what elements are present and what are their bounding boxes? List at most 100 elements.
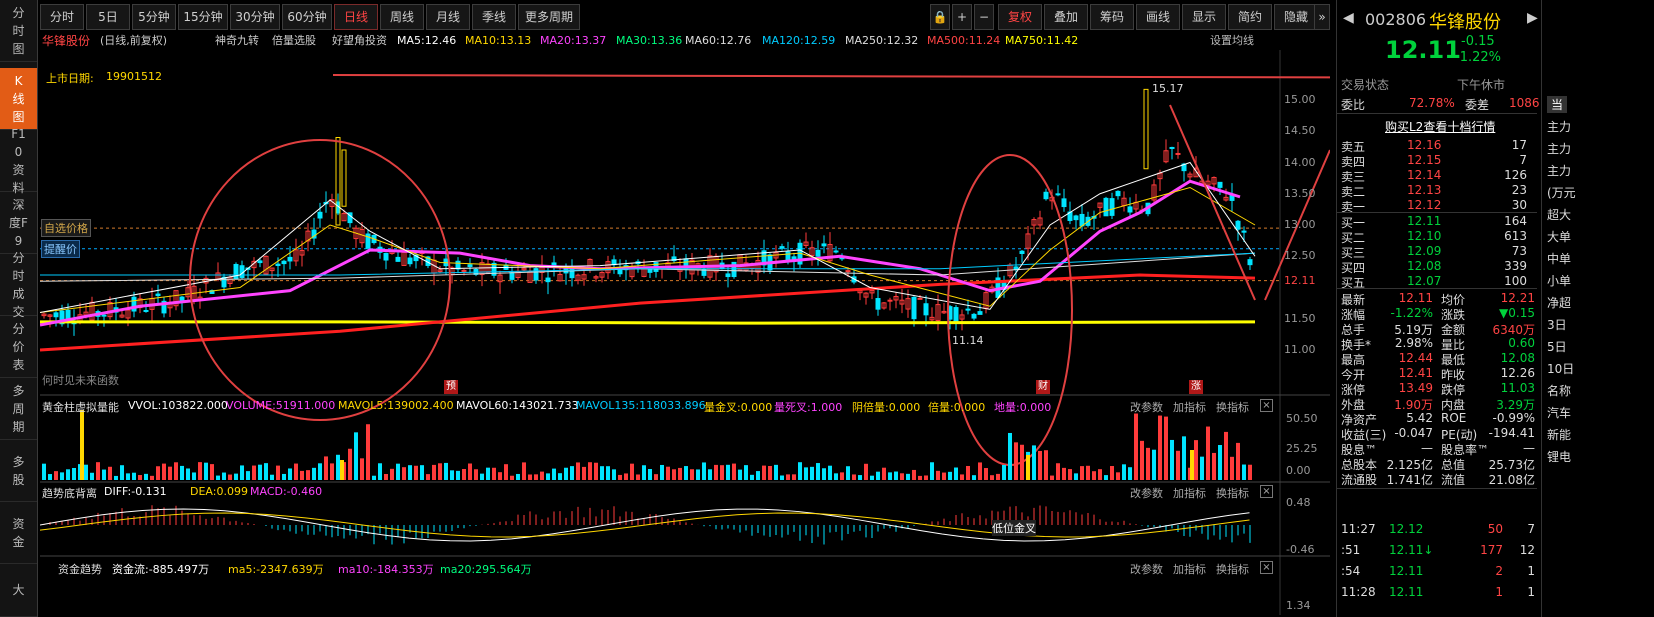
nav-item-8[interactable]: 资金 (0, 502, 37, 564)
zoom-out-icon[interactable]: − (974, 4, 994, 30)
chart-canvas[interactable] (40, 50, 1330, 615)
candle-body (317, 211, 323, 219)
panel-action-2[interactable]: 换指标 (1216, 561, 1249, 577)
tool-0[interactable]: 复权 (998, 4, 1042, 30)
volume-bar (438, 463, 442, 480)
volume-bar (294, 463, 298, 480)
panel-action-1[interactable]: 加指标 (1173, 399, 1206, 415)
zoom-in-icon[interactable]: + (952, 4, 972, 30)
nav-item-4[interactable]: 分时成交 (0, 251, 37, 319)
side-label: 小单 (1547, 274, 1572, 288)
volume-bar (588, 462, 592, 480)
listing-date: 19901512 (106, 70, 162, 83)
panel-action-1[interactable]: 加指标 (1173, 561, 1206, 577)
nav-item-7[interactable]: 多股 (0, 440, 37, 502)
volume-tick-label: 25.25 (1286, 442, 1318, 455)
side-label: 名称 (1547, 384, 1572, 398)
volume-bar (570, 466, 574, 480)
candle-body (53, 312, 59, 318)
event-marker-0[interactable]: 预 (444, 380, 458, 394)
tool-3[interactable]: 画线 (1136, 4, 1180, 30)
tick-volume: 50 (1487, 522, 1503, 536)
tool-6[interactable]: 隐藏 (1274, 4, 1318, 30)
volume-bar (408, 465, 412, 480)
bid-volume: 339 (1504, 259, 1527, 273)
nav-item-5[interactable]: 分价表 (0, 316, 37, 378)
period-tab-5[interactable]: 60分钟 (282, 4, 332, 30)
macd-indicator-1: DEA:0.099 (190, 485, 248, 498)
nav-item-3[interactable]: 深度F9 (0, 192, 37, 254)
tool-2[interactable]: 筹码 (1090, 4, 1134, 30)
volume-bar (336, 454, 340, 480)
ask-price: 12.16 (1407, 138, 1442, 152)
panel-action-2[interactable]: 换指标 (1216, 485, 1249, 501)
panel-close-icon[interactable]: × (1260, 561, 1273, 574)
panel-action-1[interactable]: 加指标 (1173, 485, 1206, 501)
lock-icon[interactable]: 🔒 (930, 4, 950, 30)
volume-bar (600, 466, 604, 480)
period-tab-7[interactable]: 周线 (380, 4, 424, 30)
panel-action-0[interactable]: 改参数 (1130, 485, 1163, 501)
side-label: 主力 (1547, 142, 1572, 156)
side-label: 中单 (1547, 252, 1572, 266)
ma-value-1: MA10:13.13 (465, 34, 532, 47)
event-marker-2[interactable]: 涨 (1189, 380, 1203, 394)
kline-chart[interactable]: 15.00 14.50 14.00 13.50 13.00 12.50 12.11 11.50… (40, 50, 1330, 615)
volume-bar (624, 473, 628, 480)
self-price-tag[interactable]: 自选价格 (41, 219, 91, 238)
badge-2[interactable]: 好望角投资 (332, 33, 387, 49)
ma-setting[interactable]: 设置均线 (1210, 33, 1254, 49)
expand-icon[interactable]: » (1314, 4, 1330, 30)
period-tab-0[interactable]: 分时 (40, 4, 84, 30)
panel-close-icon[interactable]: × (1260, 485, 1273, 498)
nav-item-0[interactable]: 分时图 (0, 0, 37, 62)
stat-value: 12.11 (1398, 291, 1433, 305)
panel-action-0[interactable]: 改参数 (1130, 399, 1163, 415)
tool-5[interactable]: 简约 (1228, 4, 1272, 30)
badge-1[interactable]: 倍量选股 (272, 33, 316, 49)
next-stock-icon[interactable]: ▶ (1527, 10, 1538, 26)
alert-price-tag[interactable]: 提醒价 (41, 239, 80, 258)
candle-body (1103, 197, 1109, 217)
panel-action-2[interactable]: 换指标 (1216, 399, 1249, 415)
volume-bar (1092, 471, 1096, 480)
period-tab-10[interactable]: 更多周期 (518, 4, 580, 30)
tool-4[interactable]: 显示 (1182, 4, 1226, 30)
volume-bar (834, 473, 838, 480)
panel-action-0[interactable]: 改参数 (1130, 561, 1163, 577)
macd-note: 低位金叉 (992, 520, 1036, 536)
volume-bar (876, 471, 880, 480)
nav-item-1[interactable]: K线图 (0, 68, 37, 130)
period-tab-8[interactable]: 月线 (426, 4, 470, 30)
nav-item-2[interactable]: F10资料 (0, 127, 37, 195)
period-tab-4[interactable]: 30分钟 (230, 4, 280, 30)
period-tab-2[interactable]: 5分钟 (132, 4, 176, 30)
volume-bar (612, 469, 616, 480)
side-label: 净超 (1547, 296, 1572, 310)
volume-bar (816, 463, 820, 480)
volume-bar (1086, 465, 1090, 480)
nav-item-9[interactable]: 大 (0, 564, 37, 617)
candle-body (461, 269, 467, 272)
period-tab-9[interactable]: 季线 (472, 4, 516, 30)
event-marker-1[interactable]: 财 (1036, 380, 1050, 394)
macd-indicator-2: MACD:-0.460 (250, 485, 323, 498)
volume-bar (978, 462, 982, 480)
l2-link[interactable]: 购买L2查看十档行情 (1385, 118, 1495, 135)
volume-bar (576, 462, 580, 480)
panel-close-icon[interactable]: × (1260, 399, 1273, 412)
period-tab-6[interactable]: 日线 (334, 4, 378, 30)
volume-bar (900, 473, 904, 480)
volume-bar (768, 465, 772, 480)
ask-price: 12.13 (1407, 183, 1442, 197)
prev-stock-icon[interactable]: ◀ (1343, 10, 1354, 26)
tick-count: 1 (1527, 585, 1535, 599)
period-tab-3[interactable]: 15分钟 (178, 4, 228, 30)
nav-item-6[interactable]: 多周期 (0, 378, 37, 440)
badge-0[interactable]: 神奇九转 (215, 33, 259, 49)
candle-body (407, 257, 413, 265)
tool-1[interactable]: 叠加 (1044, 4, 1088, 30)
period-tab-1[interactable]: 5日 (86, 4, 130, 30)
candle-body (725, 273, 731, 278)
volume-bar (780, 475, 784, 480)
